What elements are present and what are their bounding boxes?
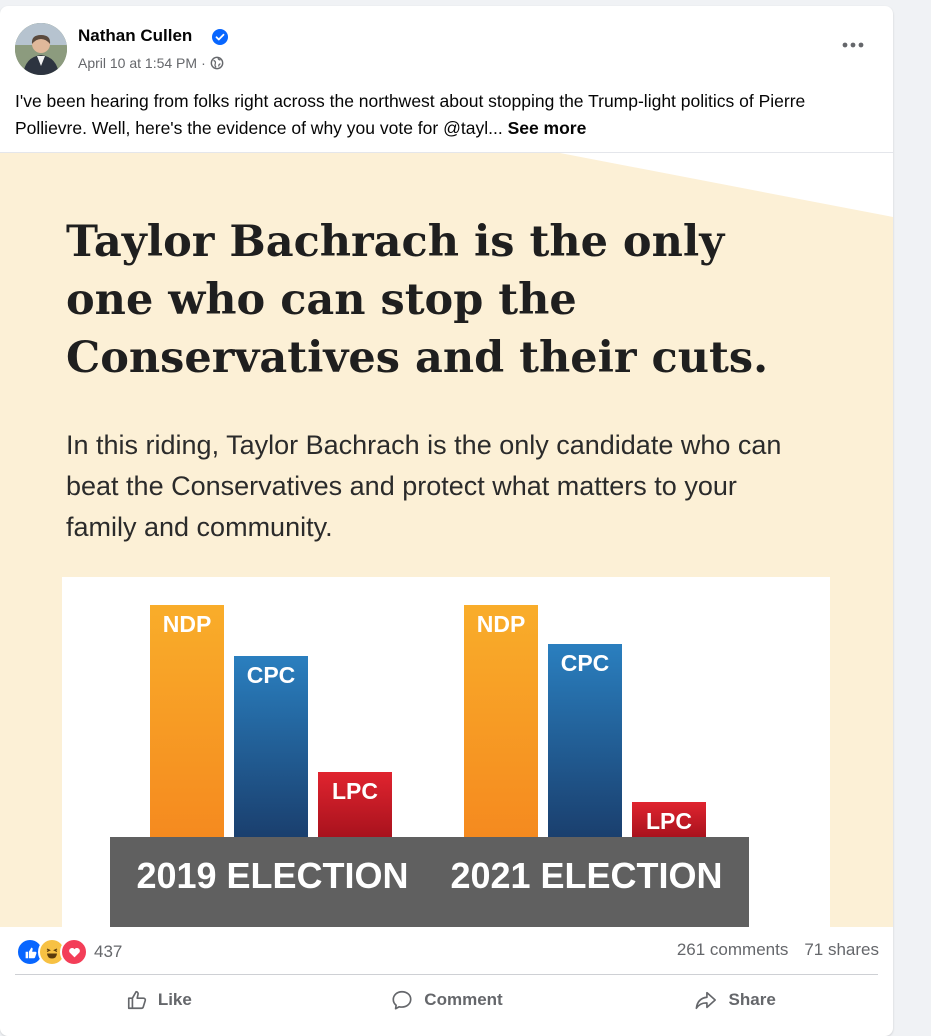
thumbs-up-icon (127, 990, 146, 1010)
comments-count-link[interactable]: 261 comments (677, 940, 789, 960)
like-button[interactable]: Like (15, 978, 303, 1022)
comment-label: Comment (424, 990, 503, 1009)
reaction-count: 437 (94, 942, 123, 961)
bar-label-ndp: NDP (162, 611, 212, 637)
bar-label-lpc: LPC (332, 778, 378, 804)
bar-label-cpc: CPC (560, 650, 610, 676)
love-reaction-icon (60, 938, 88, 966)
comment-bubble-icon (392, 990, 412, 1010)
action-divider (15, 974, 878, 975)
bar-label-cpc: CPC (246, 662, 296, 688)
comment-share-counts: 261 comments 71 shares (677, 940, 879, 960)
see-more-link[interactable]: See more (508, 118, 587, 138)
reaction-summary[interactable]: 437 (16, 938, 122, 966)
bar-cpc-1: CPC (234, 656, 308, 837)
post-meta: April 10 at 1:54 PM · (78, 55, 224, 71)
verified-badge-icon (212, 29, 228, 45)
comment-button[interactable]: Comment (303, 978, 591, 1022)
bar-lpc-1: LPC (318, 772, 392, 837)
more-options-button[interactable] (836, 28, 870, 62)
caption-text: I've been hearing from folks right acros… (15, 91, 806, 138)
post-card: Nathan Cullen April 10 at 1:54 PM · I've… (0, 6, 893, 1036)
bar-lpc-2: LPC (632, 802, 706, 837)
avatar[interactable] (15, 23, 67, 75)
share-label: Share (728, 990, 776, 1009)
engagement-stats: 437 261 comments 71 shares (0, 926, 893, 974)
bar-cpc-2: CPC (548, 644, 622, 837)
election-base-2: 2021 ELECTION (424, 837, 749, 927)
post-image[interactable]: Taylor Bachrach is the only one who can … (0, 152, 893, 927)
bar-label-ndp: NDP (476, 611, 526, 637)
post-caption: I've been hearing from folks right acros… (15, 88, 880, 142)
poster-subhead: In this riding, Taylor Bachrach is the o… (66, 430, 782, 542)
shares-count-link[interactable]: 71 shares (804, 940, 879, 960)
bar-label-lpc: LPC (646, 808, 692, 834)
bar-ndp-2: NDP (464, 605, 538, 837)
share-arrow-icon (695, 991, 716, 1010)
post-action-bar: Like Comment Share (15, 978, 878, 1022)
ellipsis-icon (842, 42, 864, 48)
meta-separator: · (201, 55, 206, 71)
bar-chart: NDP CPC LPC 2019 ELECTION NDP CPC LPC 2021 ELEC… (62, 577, 830, 927)
share-button[interactable]: Share (590, 978, 878, 1022)
bar-ndp-1: NDP (150, 605, 224, 837)
author-name[interactable]: Nathan Cullen (78, 26, 192, 46)
like-label: Like (157, 990, 192, 1009)
poster-headline: Taylor Bachrach is the only one who can … (66, 217, 769, 383)
post-header: Nathan Cullen April 10 at 1:54 PM · I've… (0, 6, 893, 152)
election-base-1: 2019 ELECTION (110, 837, 435, 927)
globe-icon (210, 56, 224, 70)
post-timestamp[interactable]: April 10 at 1:54 PM (78, 55, 197, 71)
